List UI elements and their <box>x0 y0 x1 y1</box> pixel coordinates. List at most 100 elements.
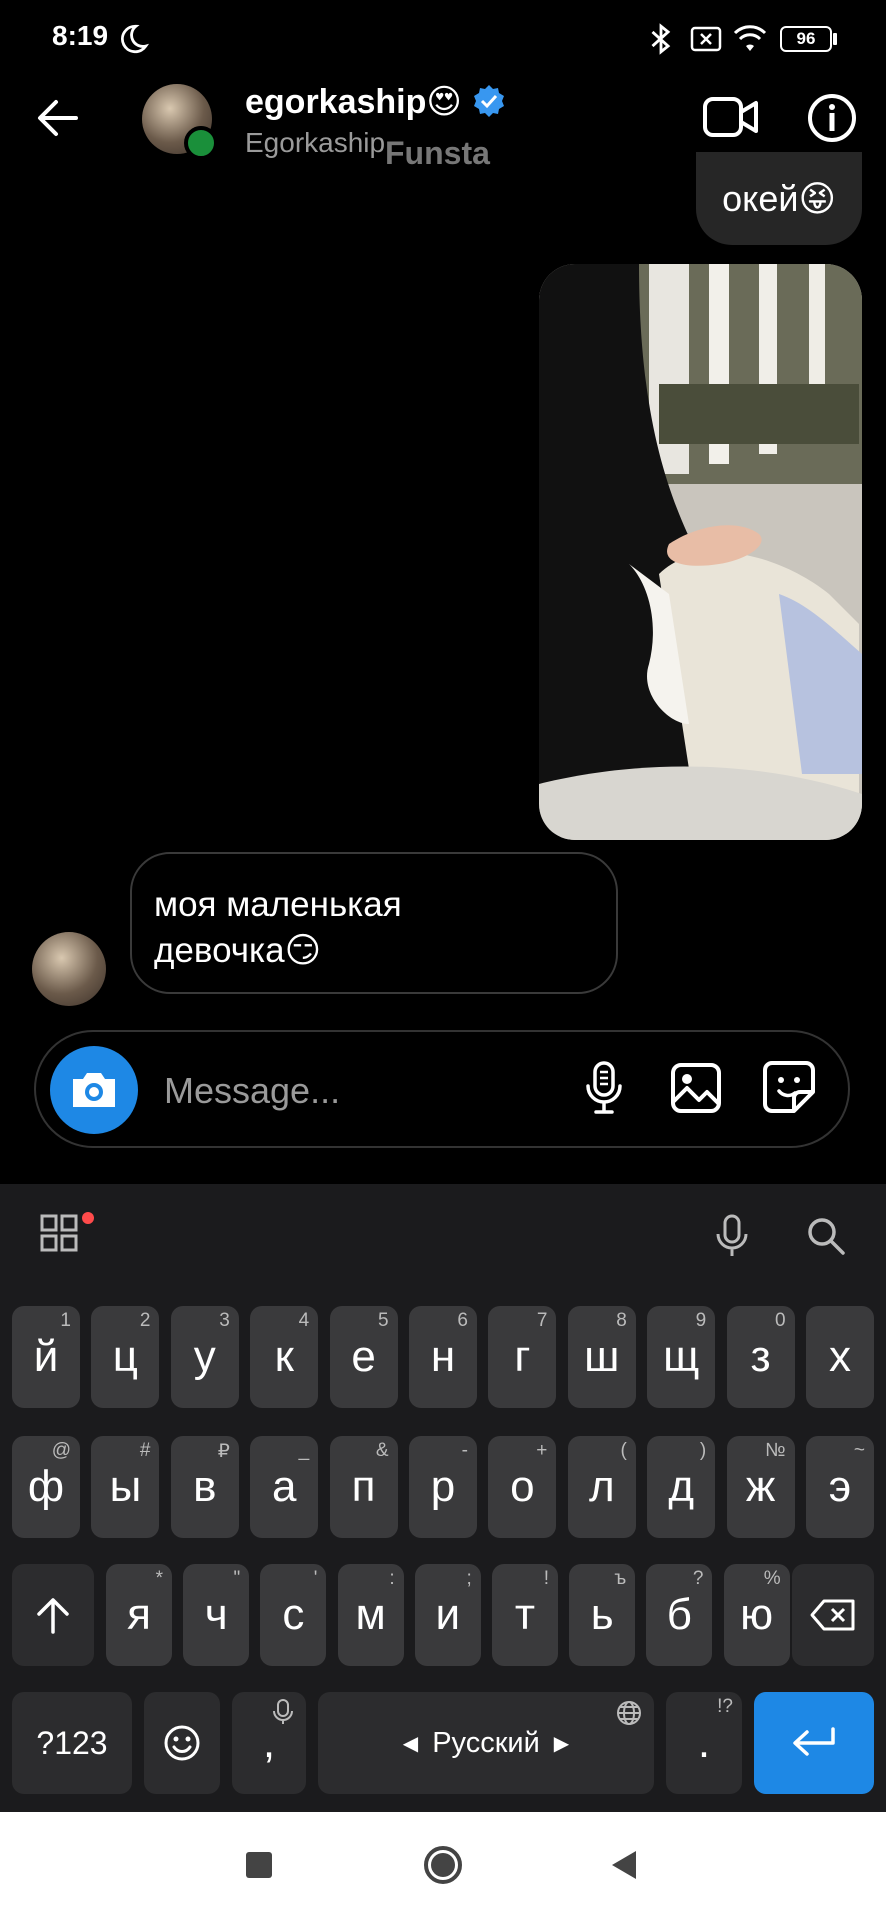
key-2[interactable]: ч " <box>183 1564 250 1666</box>
key-6[interactable]: н6 <box>409 1306 477 1408</box>
gallery-icon[interactable] <box>670 1062 722 1114</box>
key-7[interactable]: г7 <box>488 1306 557 1408</box>
key-11[interactable]: э ~ <box>806 1436 874 1538</box>
key-hint: + <box>536 1440 548 1461</box>
key-hint: 8 <box>616 1310 627 1331</box>
key-8[interactable]: б? <box>646 1564 713 1666</box>
key-hint: ~ <box>853 1440 865 1461</box>
key-label: е <box>351 1332 376 1381</box>
symbols-key[interactable]: ?123 <box>12 1692 132 1794</box>
key-label: д <box>668 1462 695 1511</box>
incoming-message-line1: моя маленькая <box>154 885 402 924</box>
key-7[interactable]: о + <box>488 1436 557 1538</box>
key-1[interactable]: я * <box>106 1564 172 1666</box>
key-hint: ₽ <box>217 1441 230 1462</box>
key-label: ф <box>27 1462 65 1511</box>
key-9[interactable]: ю% <box>723 1564 790 1666</box>
do-not-disturb-moon-icon <box>121 24 150 54</box>
backspace-key[interactable] <box>792 1564 874 1666</box>
key-4[interactable]: а _ <box>250 1436 319 1538</box>
back-arrow-icon[interactable] <box>36 96 80 140</box>
key-4[interactable]: к4 <box>250 1306 319 1408</box>
message-input[interactable] <box>162 1060 566 1122</box>
key-hint: 6 <box>457 1310 468 1331</box>
key-8[interactable]: л( <box>567 1436 636 1538</box>
microphone-icon[interactable] <box>584 1060 624 1116</box>
chat-subtitle: Egorkaship <box>245 127 386 158</box>
key-label: ч <box>204 1590 228 1639</box>
shift-arrow-icon <box>37 1598 69 1634</box>
key-label: ы <box>109 1462 142 1511</box>
key-label: ж <box>745 1462 776 1511</box>
key-4[interactable]: м: <box>337 1564 404 1666</box>
key-hint: " <box>233 1568 241 1589</box>
key-2[interactable]: ц2 <box>91 1306 160 1408</box>
key-hint: 3 <box>219 1310 230 1331</box>
key-label: г <box>514 1332 531 1381</box>
key-6[interactable]: т! <box>492 1564 558 1666</box>
battery-level: 96 <box>796 29 816 48</box>
key-hint: 1 <box>60 1310 71 1331</box>
video-call-icon[interactable] <box>702 94 760 140</box>
key-7[interactable]: ьъ <box>569 1564 636 1666</box>
shared-photo-image <box>539 264 862 840</box>
key-label: м <box>355 1590 386 1639</box>
sticker-icon[interactable] <box>762 1060 816 1114</box>
key-hint: * <box>155 1568 163 1589</box>
home-button[interactable] <box>422 1844 464 1886</box>
key-5[interactable]: и; <box>414 1564 481 1666</box>
back-nav-button[interactable] <box>608 1848 640 1882</box>
chat-username[interactable]: egorkaship😍 <box>245 82 462 122</box>
key-8[interactable]: ш8 <box>567 1306 636 1408</box>
key-9[interactable]: щ9 <box>647 1306 716 1408</box>
key-1[interactable]: й1 <box>12 1306 80 1408</box>
key-hint: 5 <box>378 1310 389 1331</box>
key-label: к <box>274 1332 294 1381</box>
camera-button[interactable] <box>50 1046 138 1134</box>
key-hint: ) <box>699 1440 707 1461</box>
period-key-hint: !? <box>717 1696 733 1717</box>
sender-avatar[interactable] <box>32 932 106 1006</box>
key-label: э <box>828 1462 852 1511</box>
key-11[interactable]: х <box>806 1306 874 1408</box>
backspace-icon <box>810 1599 855 1631</box>
key-2[interactable]: ы # <box>91 1436 160 1538</box>
key-3[interactable]: у3 <box>170 1306 239 1408</box>
comma-key[interactable]: , <box>232 1692 306 1794</box>
key-9[interactable]: д) <box>647 1436 716 1538</box>
language-right-arrow-icon: ▶ <box>553 1732 570 1755</box>
key-label: ю <box>740 1590 774 1639</box>
key-5[interactable]: е5 <box>329 1306 398 1408</box>
period-key[interactable]: . !? <box>666 1692 742 1794</box>
space-key[interactable]: ◀ Русский ▶ <box>318 1692 654 1794</box>
emoji-face-icon <box>164 1725 200 1761</box>
shared-photo[interactable] <box>539 264 862 840</box>
key-5[interactable]: п & <box>329 1436 398 1538</box>
key-10[interactable]: ж № <box>726 1436 795 1538</box>
emoji-key[interactable] <box>144 1692 220 1794</box>
key-3[interactable]: с ' <box>260 1564 327 1666</box>
key-1[interactable]: ф @ <box>12 1436 80 1538</box>
outgoing-message-bubble[interactable]: окей😝 <box>696 152 862 245</box>
online-status-dot <box>184 126 218 160</box>
info-icon[interactable] <box>806 92 858 144</box>
key-3[interactable]: в ₽ <box>170 1436 239 1538</box>
key-label: р <box>430 1462 456 1511</box>
enter-key[interactable] <box>754 1692 874 1794</box>
bluetooth-icon <box>651 23 671 55</box>
key-10[interactable]: з0 <box>726 1306 795 1408</box>
shift-key[interactable] <box>12 1564 94 1666</box>
key-label: и <box>435 1590 461 1639</box>
key-hint: ! <box>543 1568 549 1589</box>
key-label: а <box>271 1462 297 1511</box>
incoming-message-bubble[interactable]: моя маленькая девочка😏 <box>130 852 618 994</box>
keyboard-voice-icon[interactable] <box>714 1214 750 1258</box>
key-hint: ъ <box>614 1568 627 1589</box>
period-key-label: . <box>697 1718 711 1767</box>
key-6[interactable]: р- <box>409 1436 477 1538</box>
keyboard-apps-grid-icon[interactable] <box>40 1214 78 1252</box>
recent-apps-button[interactable] <box>246 1852 272 1878</box>
keyboard-search-icon[interactable] <box>806 1216 846 1256</box>
symbols-key-label: ?123 <box>36 1724 108 1761</box>
key-label: ш <box>584 1332 620 1381</box>
